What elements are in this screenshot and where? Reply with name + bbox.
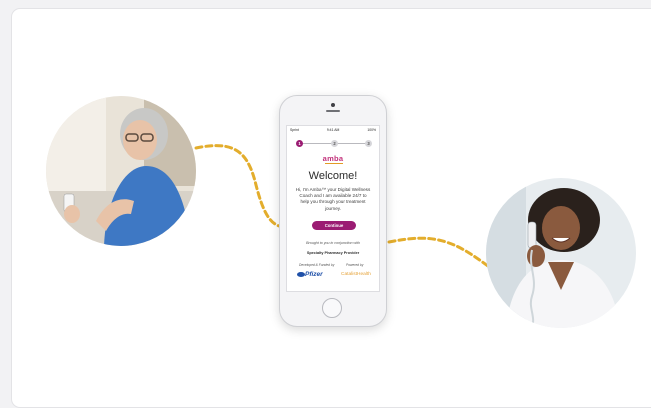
phone-mockup: Sprint 9:41 AM 100% 1 2 3 amba Welcome! … [279, 95, 387, 327]
brought-text: Brought to you in conjunction with [306, 241, 360, 245]
pfizer-icon [297, 272, 305, 277]
welcome-heading: Welcome! [308, 170, 358, 182]
catalyst-logo: CatalistHealth [341, 272, 371, 277]
connector-right [387, 236, 490, 268]
patient-photo [46, 96, 196, 246]
continue-button[interactable]: Continue [312, 221, 356, 230]
coach-photo [486, 178, 636, 328]
phone-speaker [326, 110, 340, 112]
carrier-text: Sprint [290, 128, 299, 132]
step-2: 2 [331, 140, 338, 147]
intro-text: Hi, I'm Amba™ your Digital Wellness Coac… [295, 187, 371, 211]
powered-label: Powered by [346, 263, 364, 267]
provider-text: Specialty Pharmacy Provider [306, 251, 360, 255]
amba-logo: amba [322, 154, 344, 163]
step-1: 1 [296, 140, 303, 147]
progress-steps: 1 2 3 [296, 140, 372, 147]
status-bar: Sprint 9:41 AM 100% [290, 128, 376, 134]
time-text: 9:41 AM [326, 128, 340, 132]
phone-screen: Sprint 9:41 AM 100% 1 2 3 amba Welcome! … [286, 125, 380, 292]
phone-camera [331, 103, 335, 107]
battery-text: 100% [367, 128, 376, 132]
step-3: 3 [365, 140, 372, 147]
logo-underline [325, 163, 343, 165]
developed-label: Developed & Funded by [299, 263, 335, 267]
connector-left [194, 144, 281, 228]
home-button [322, 298, 342, 318]
pfizer-logo: Pfizer [305, 271, 323, 278]
